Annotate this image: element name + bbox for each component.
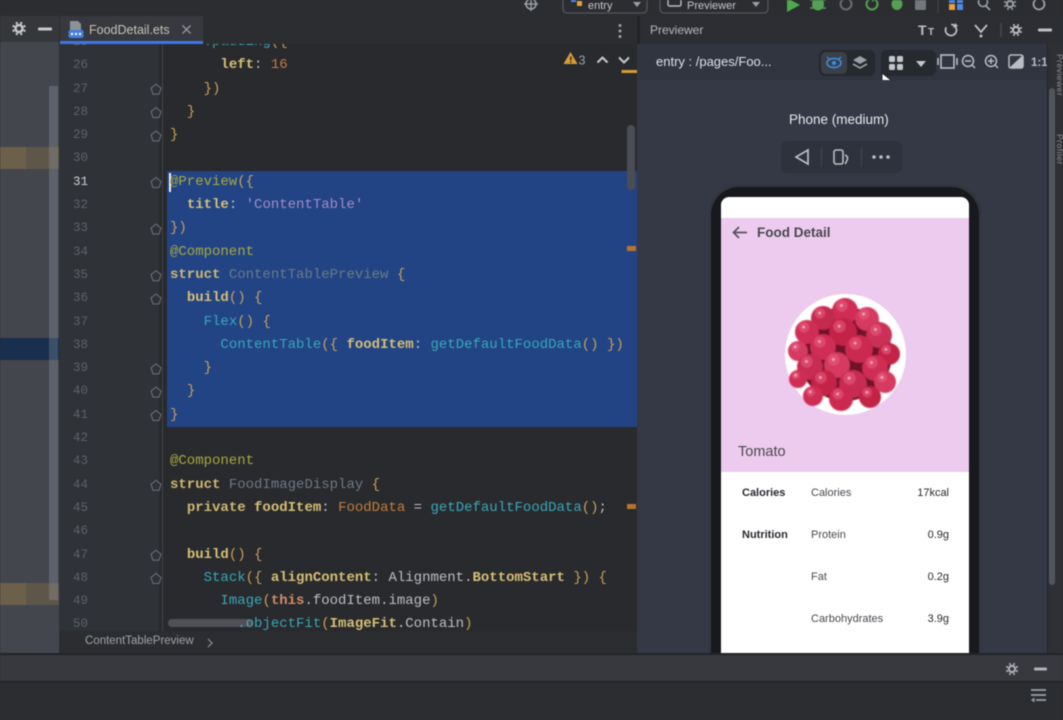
svg-text:entry: entry (588, 0, 613, 12)
svg-text:T: T (928, 27, 934, 38)
svg-text:3: 3 (579, 54, 586, 68)
svg-text:1:1: 1:1 (1031, 57, 1048, 69)
svg-text:Previewer: Previewer (687, 0, 736, 12)
svg-text:T: T (918, 22, 927, 38)
